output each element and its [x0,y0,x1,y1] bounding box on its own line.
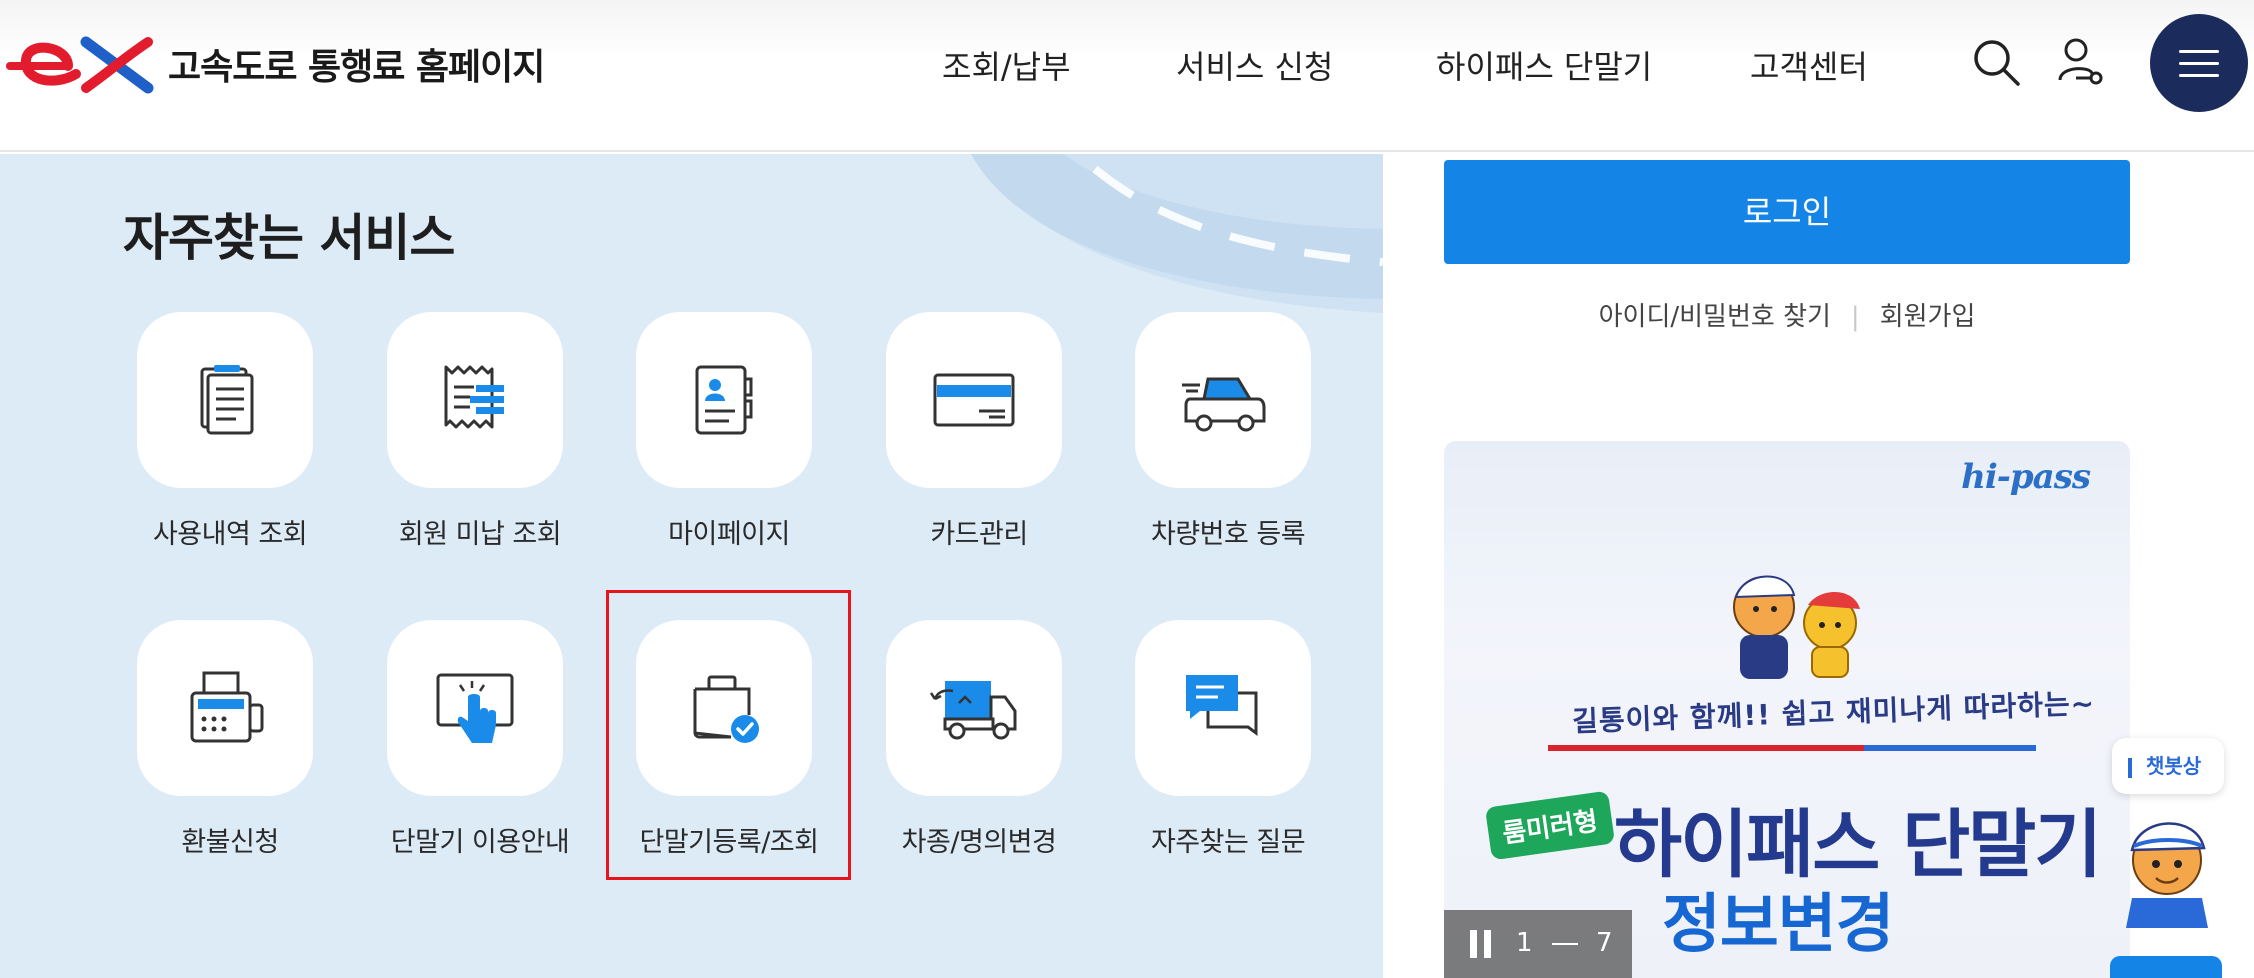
search-icon[interactable] [1968,34,2024,90]
service-label: 차량번호 등록 [1150,519,1306,550]
signup-link[interactable]: 회원가입 [1880,302,1976,332]
service-label: 마이페이지 [668,519,790,550]
chat-bubbles-icon [1186,675,1258,736]
car-icon [1182,377,1266,432]
banner-red-line [1548,745,1864,751]
service-label: 단말기 이용안내 [390,827,570,858]
receipt-icon [444,365,504,429]
site-title[interactable]: 고속도로 통행료 홈페이지 [168,38,545,90]
nav-customer-center[interactable]: 고객센터 [1750,42,1868,88]
highlight-box [606,590,851,880]
pager-separator [1552,943,1578,945]
service-label: 사용내역 조회 [152,519,308,550]
banner-title-line2: 정보변경 [1662,888,1895,962]
credit-card-icon [933,373,1015,427]
chatbot-button[interactable]: 챗봇상 [2112,738,2224,794]
site-header: 고속도로 통행료 홈페이지 조회/납부 서비스 신청 하이패스 단말기 고객센터 [0,0,2254,152]
service-label: 차종/명의변경 [901,827,1057,858]
frequent-services-panel: 자주찾는 서비스 사용내역 조회 회원 미납 조회 마이페이지 카드관리 차량번… [0,154,1383,978]
nav-service-apply[interactable]: 서비스 신청 [1176,42,1333,88]
pager-total: 7 [1596,928,1613,958]
document-list-icon [200,365,254,435]
banner-pager: 1 7 [1444,910,1632,978]
chatbot-mascot[interactable] [2112,808,2222,928]
chatbot-icon [2128,757,2132,778]
pager-current: 1 [1516,928,1533,958]
user-key-icon[interactable] [2052,34,2108,90]
hamburger-menu-icon[interactable] [2150,14,2248,112]
chatbot-label: 챗봇상 [2146,754,2202,778]
service-label: 자주찾는 질문 [1150,827,1306,858]
truck-icon [929,681,1017,740]
banner-blue-line [1864,745,2036,751]
login-links: 아이디/비밀번호 찾기 | 회원가입 [1383,296,2191,333]
mascot-illustration [1733,575,1860,679]
service-label: 카드관리 [930,519,1028,550]
login-button[interactable]: 로그인 [1444,160,2130,264]
banner-tag: 룸미러형 [1484,790,1615,861]
ex-logo[interactable] [6,30,156,100]
hipass-logo: hi-pass [1961,457,2091,497]
pause-icon[interactable] [1470,930,1492,958]
nav-inquiry-payment[interactable]: 조회/납부 [942,42,1071,88]
banner-subtitle: 길통이와 함께!! 쉽고 재미나게 따라하는~ [1571,686,2096,739]
nav-hipass-device[interactable]: 하이패스 단말기 [1436,42,1652,88]
top-button[interactable] [2110,956,2222,978]
service-label: 회원 미납 조회 [398,519,562,550]
promo-banner[interactable]: hi-pass 길통이와 함께!! 쉽고 재미나게 따라하는~ 룸미러형 하이패… [1444,441,2130,978]
touch-screen-icon [436,673,514,743]
cash-register-icon [190,671,264,743]
services-title: 자주찾는 서비스 [123,209,455,267]
find-id-password-link[interactable]: 아이디/비밀번호 찾기 [1599,302,1831,332]
link-separator: | [1850,302,1860,332]
service-label: 환불신청 [181,827,279,858]
contact-card-icon [695,365,753,435]
